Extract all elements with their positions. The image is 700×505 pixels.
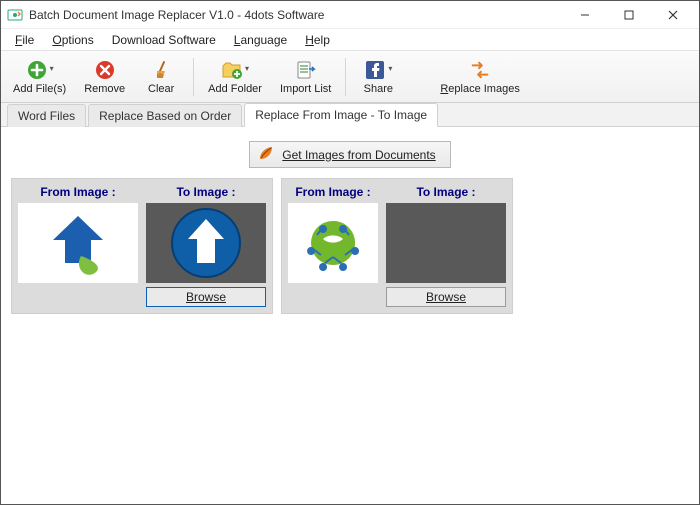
chevron-down-icon: ▾ [245, 64, 249, 73]
menu-options[interactable]: Options [44, 31, 101, 49]
broom-icon [150, 59, 172, 81]
toolbar: ▾ Add File(s) Remove Clear ▾ Add Folder … [1, 51, 699, 103]
folder-add-icon [221, 59, 243, 81]
to-image-thumb-empty[interactable] [386, 203, 506, 283]
minimize-button[interactable] [563, 1, 607, 29]
replace-icon [469, 59, 491, 81]
menubar: File Options Download Software Language … [1, 29, 699, 51]
remove-label: Remove [84, 83, 125, 95]
browse-button[interactable]: Browse [386, 287, 506, 307]
share-button[interactable]: ▾ Share [352, 54, 404, 100]
from-image-thumb[interactable] [288, 203, 378, 283]
chevron-down-icon: ▾ [388, 64, 392, 73]
menu-file[interactable]: File [7, 31, 42, 49]
leaf-icon [258, 145, 274, 164]
from-image-title: From Image : [40, 185, 115, 199]
add-files-button[interactable]: ▾ Add File(s) [5, 54, 74, 100]
menu-download[interactable]: Download Software [104, 31, 224, 49]
share-label: Share [364, 83, 393, 95]
get-images-label: Get Images from Documents [282, 148, 435, 162]
clear-label: Clear [148, 83, 174, 95]
add-icon [26, 59, 48, 81]
tabstrip: Word Files Replace Based on Order Replac… [1, 103, 699, 127]
image-pairs: From Image : To Image : B [11, 178, 689, 314]
close-button[interactable] [651, 1, 695, 29]
titlebar: Batch Document Image Replacer V1.0 - 4do… [1, 1, 699, 29]
add-files-label: Add File(s) [13, 83, 66, 95]
clear-button[interactable]: Clear [135, 54, 187, 100]
menu-help[interactable]: Help [297, 31, 338, 49]
toolbar-separator [345, 58, 346, 96]
chevron-down-icon: ▾ [50, 64, 54, 73]
maximize-button[interactable] [607, 1, 651, 29]
image-pair: From Image : To Image : B [11, 178, 273, 314]
tab-content: Get Images from Documents From Image : T… [1, 127, 699, 504]
add-folder-button[interactable]: ▾ Add Folder [200, 54, 270, 100]
to-image-thumb[interactable] [146, 203, 266, 283]
to-image-title: To Image : [416, 185, 475, 199]
import-list-label: Import List [280, 83, 331, 95]
tab-replace-order[interactable]: Replace Based on Order [88, 104, 242, 127]
facebook-icon [364, 59, 386, 81]
replace-images-button[interactable]: Replace Images [432, 54, 528, 100]
from-image-cell: From Image : [18, 185, 138, 307]
app-icon [7, 7, 23, 23]
to-image-cell: To Image : Browse [146, 185, 266, 307]
to-image-cell: To Image : Browse [386, 185, 506, 307]
menu-language[interactable]: Language [226, 31, 295, 49]
from-image-cell: From Image : [288, 185, 378, 307]
from-image-thumb[interactable] [18, 203, 138, 283]
to-image-title: To Image : [176, 185, 235, 199]
get-images-button[interactable]: Get Images from Documents [249, 141, 450, 168]
from-image-title: From Image : [295, 185, 370, 199]
import-list-icon [295, 59, 317, 81]
window-title: Batch Document Image Replacer V1.0 - 4do… [29, 8, 563, 22]
tab-word-files[interactable]: Word Files [7, 104, 86, 127]
import-list-button[interactable]: Import List [272, 54, 339, 100]
remove-button[interactable]: Remove [76, 54, 133, 100]
image-pair: From Image : To Image : Browse [281, 178, 513, 314]
remove-icon [94, 59, 116, 81]
add-folder-label: Add Folder [208, 83, 262, 95]
tab-replace-from-to[interactable]: Replace From Image - To Image [244, 103, 438, 127]
replace-label: Replace Images [440, 83, 520, 95]
browse-button[interactable]: Browse [146, 287, 266, 307]
toolbar-separator [193, 58, 194, 96]
